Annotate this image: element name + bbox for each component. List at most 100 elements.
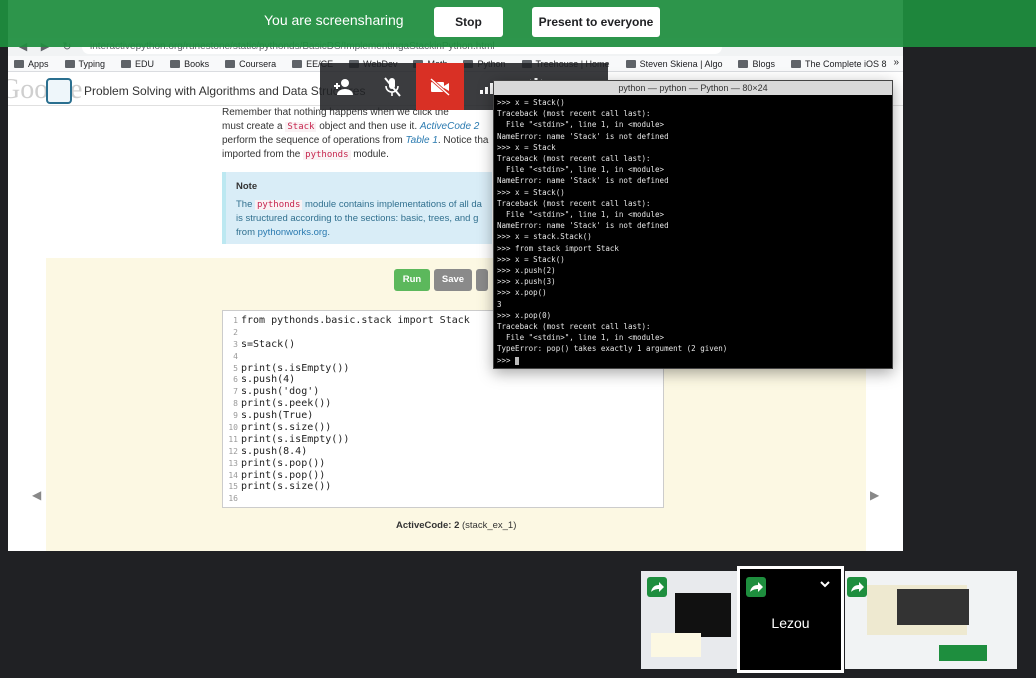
participant-thumbnail-right[interactable] bbox=[845, 571, 1017, 669]
terminal-line: File "<stdin>", line 1, in <module> bbox=[497, 210, 665, 220]
terminal-line: Traceback (most recent call last): bbox=[497, 154, 651, 164]
terminal-window[interactable]: python — python — Python — 80×24 >>> x =… bbox=[493, 80, 893, 369]
bookmark-item[interactable]: Coursera bbox=[225, 59, 276, 69]
bookmark-label: The Complete iOS 8 bbox=[804, 58, 887, 69]
terminal-line: >>> from stack import Stack bbox=[497, 243, 619, 253]
terminal-line: >>> bbox=[497, 355, 889, 366]
terminal-line: >>> x = stack.Stack() bbox=[497, 232, 592, 242]
note-text: . bbox=[327, 227, 330, 238]
code-line[interactable]: 11 print(s.isEmpty()) bbox=[223, 434, 663, 446]
terminal-title: python — python — Python — 80×24 bbox=[494, 81, 892, 95]
code-line[interactable]: 13 print(s.pop()) bbox=[223, 458, 663, 470]
load-button[interactable] bbox=[476, 269, 488, 291]
code-text: s=Stack() bbox=[241, 338, 296, 350]
code-text: print(s.pop()) bbox=[241, 457, 326, 469]
para-text: imported from the bbox=[222, 149, 301, 160]
chevron-down-icon[interactable] bbox=[819, 579, 831, 589]
add-person-button[interactable] bbox=[320, 63, 368, 110]
note-text: is structured according to the sections:… bbox=[236, 213, 479, 224]
participant-name: Lezou bbox=[771, 615, 810, 631]
prev-page-icon[interactable]: ◀ bbox=[32, 488, 41, 502]
folder-icon bbox=[738, 59, 749, 68]
bookmark-item[interactable]: Books bbox=[170, 59, 209, 69]
screenshare-banner: You are screensharing Stop Present to ev… bbox=[0, 0, 1036, 47]
terminal-line: Traceback (most recent call last): bbox=[497, 322, 651, 332]
meeting-stage: ◀ ▶ ↻ interactivepython.org/runestone/st… bbox=[0, 0, 1036, 678]
code-line[interactable]: 7 s.push('dog') bbox=[223, 386, 663, 398]
participant-tile-self[interactable]: Lezou bbox=[737, 566, 844, 673]
line-number: 2 bbox=[233, 327, 238, 337]
code-text: s.push('dog') bbox=[241, 386, 320, 398]
bookmark-item[interactable]: Steven Skiena | Algo bbox=[625, 59, 722, 69]
terminal-line: Traceback (most recent call last): bbox=[497, 198, 651, 208]
terminal-line: File "<stdin>", line 1, in <module> bbox=[497, 333, 665, 343]
folder-icon bbox=[121, 59, 132, 68]
present-icon bbox=[647, 577, 667, 597]
bookmark-label: Apps bbox=[28, 58, 49, 69]
para-text: object and then use it. bbox=[319, 121, 418, 132]
screenshare-message: You are screensharing bbox=[264, 12, 404, 28]
bookmark-item[interactable]: Apps bbox=[14, 59, 49, 69]
add-person-icon bbox=[334, 78, 353, 95]
present-icon bbox=[847, 577, 867, 597]
terminal-line: File "<stdin>", line 1, in <module> bbox=[497, 120, 665, 130]
line-number: 5 bbox=[233, 363, 238, 373]
participant-thumbnail-left[interactable] bbox=[641, 571, 737, 669]
para-text: must create a bbox=[222, 121, 283, 132]
table-link[interactable]: Table 1 bbox=[405, 135, 437, 146]
next-page-icon[interactable]: ▶ bbox=[870, 488, 879, 502]
line-number: 9 bbox=[233, 411, 238, 421]
note-text: from bbox=[236, 227, 255, 238]
line-number: 6 bbox=[233, 375, 238, 385]
para-text: module. bbox=[353, 149, 389, 160]
para-text: . Notice tha bbox=[437, 135, 489, 146]
line-number: 14 bbox=[228, 470, 238, 480]
thumbnail-banner bbox=[939, 645, 987, 661]
run-button[interactable]: Run bbox=[394, 269, 430, 291]
note-text: module contains implementations of all d… bbox=[305, 199, 482, 210]
code-line[interactable]: 8 print(s.peek()) bbox=[223, 398, 663, 410]
terminal-line: NameError: name 'Stack' is not defined bbox=[497, 221, 669, 231]
code-text: s.push(8.4) bbox=[241, 445, 308, 457]
save-button[interactable]: Save bbox=[434, 269, 472, 291]
code-text: print(s.isEmpty()) bbox=[241, 433, 350, 445]
note-box: Note The pythonds module contains implem… bbox=[222, 172, 492, 244]
bookmarks-more-icon[interactable]: » bbox=[893, 57, 899, 68]
pythonworks-link[interactable]: pythonworks.org bbox=[258, 227, 328, 238]
mic-off-icon bbox=[384, 76, 401, 97]
code-line[interactable]: 14 print(s.pop()) bbox=[223, 470, 663, 482]
bookmark-item[interactable]: Typing bbox=[64, 59, 105, 69]
code-line[interactable]: 9 s.push(True) bbox=[223, 410, 663, 422]
terminal-output[interactable]: >>> x = Stack() Traceback (most recent ca… bbox=[494, 95, 892, 368]
terminal-line: >>> x = Stack() bbox=[497, 187, 565, 197]
terminal-line: NameError: name 'Stack' is not defined bbox=[497, 176, 669, 186]
site-logo[interactable] bbox=[46, 78, 72, 104]
code-line[interactable]: 15 print(s.size()) bbox=[223, 481, 663, 493]
mute-button[interactable] bbox=[368, 63, 416, 110]
note-title: Note bbox=[236, 181, 258, 192]
code-text: s.push(4) bbox=[241, 374, 296, 386]
terminal-line: >>> x = Stack() bbox=[497, 254, 565, 264]
terminal-line: >>> x = Stack bbox=[497, 142, 556, 152]
code-text: print(s.peek()) bbox=[241, 398, 332, 410]
intro-paragraph: Remember that nothing happens when we cl… bbox=[222, 106, 492, 162]
para-text: perform the sequence of operations from bbox=[222, 135, 403, 146]
line-number: 3 bbox=[233, 339, 238, 349]
code-line[interactable]: 6 s.push(4) bbox=[223, 374, 663, 386]
camera-button[interactable] bbox=[416, 63, 464, 110]
folder-icon bbox=[292, 59, 303, 68]
line-number: 13 bbox=[228, 458, 238, 468]
present-to-everyone-button[interactable]: Present to everyone bbox=[532, 7, 660, 37]
terminal-line: >>> x = Stack() bbox=[497, 98, 565, 107]
terminal-line: TypeError: pop() takes exactly 1 argumen… bbox=[497, 344, 728, 354]
code-line[interactable]: 10 print(s.size()) bbox=[223, 422, 663, 434]
code-line[interactable]: 12 s.push(8.4) bbox=[223, 446, 663, 458]
line-number: 1 bbox=[233, 316, 238, 325]
caption-id: (stack_ex_1) bbox=[462, 520, 517, 531]
stop-sharing-button[interactable]: Stop bbox=[434, 7, 503, 37]
bookmark-item[interactable]: Blogs bbox=[738, 59, 775, 69]
code-line[interactable]: 16 bbox=[223, 493, 663, 505]
activecode-link[interactable]: ActiveCode 2 bbox=[420, 121, 479, 132]
bookmark-item[interactable]: The Complete iOS 8 bbox=[790, 58, 887, 69]
bookmark-item[interactable]: EDU bbox=[121, 59, 154, 69]
